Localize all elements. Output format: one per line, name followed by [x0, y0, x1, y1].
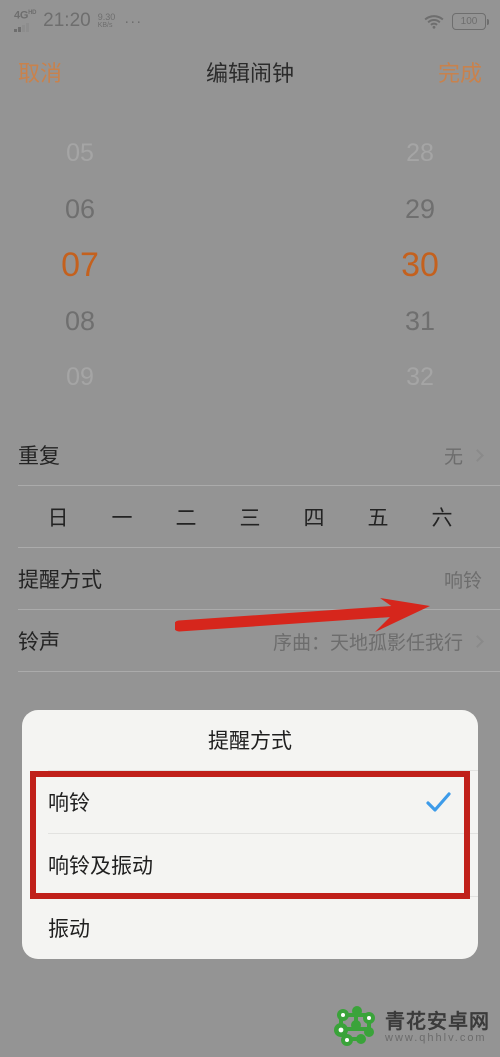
row-reminder-mode-label: 提醒方式 [18, 569, 102, 592]
row-repeat-label: 重复 [18, 445, 60, 468]
hour-wheel[interactable]: 05 06 07 08 09 [0, 110, 250, 420]
status-bar: 4GHD 21:20 9.30 KB/s ··· 100 [0, 0, 500, 42]
done-button[interactable]: 完成 [438, 56, 482, 88]
weekday-sat[interactable]: 六 [410, 502, 474, 532]
page-title: 编辑闹钟 [205, 61, 294, 86]
checkmark-icon [424, 788, 452, 816]
dialog-option-ring-and-vibrate[interactable]: 响铃及振动 [22, 833, 478, 896]
weekday-sun[interactable]: 日 [26, 502, 90, 532]
minute-option[interactable]: 31 [250, 293, 500, 349]
battery-level-label: 100 [460, 15, 478, 27]
status-bar-right: 100 [424, 12, 489, 30]
chevron-right-icon [471, 448, 484, 462]
hour-option[interactable]: 08 [0, 293, 250, 349]
cellular-indicator: 4GHD [14, 10, 36, 32]
status-bar-left: 4GHD 21:20 9.30 KB/s ··· [14, 10, 142, 32]
row-repeat-value: 无 [443, 446, 463, 468]
cancel-button[interactable]: 取消 [18, 56, 62, 88]
battery-indicator: 100 [452, 12, 489, 30]
reminder-mode-dialog: 提醒方式 响铃 响铃及振动 振动 [22, 710, 478, 959]
hour-option[interactable]: 06 [0, 181, 250, 237]
network-hd-label: HD [28, 10, 37, 17]
network-speed-value: 9.30 [97, 11, 116, 22]
minute-option[interactable]: 28 [250, 125, 500, 181]
divider [18, 671, 500, 672]
dialog-option-ring[interactable]: 响铃 [22, 770, 478, 833]
watermark-url: www.qhhlv.com [385, 1032, 487, 1045]
divider [48, 770, 478, 771]
divider [48, 896, 478, 897]
phone-screen: 4GHD 21:20 9.30 KB/s ··· 100 取消 编辑闹钟 完成 … [0, 0, 500, 1057]
network-speed-indicator: 9.30 KB/s [97, 11, 116, 30]
minute-wheel[interactable]: 28 29 30 31 32 [250, 110, 500, 420]
weekday-fri[interactable]: 五 [346, 502, 410, 532]
row-reminder-mode[interactable]: 提醒方式 响铃 [0, 548, 500, 610]
weekday-mon[interactable]: 一 [90, 502, 154, 532]
dialog-option-label: 响铃及振动 [48, 854, 153, 878]
hour-option[interactable]: 09 [0, 349, 250, 405]
row-reminder-mode-value: 响铃 [443, 570, 482, 592]
weekday-wed[interactable]: 三 [218, 502, 282, 532]
wifi-icon [424, 14, 444, 29]
row-repeat[interactable]: 重复 无 [0, 424, 500, 486]
status-bar-clock: 21:20 [43, 10, 91, 31]
dialog-title: 提醒方式 [208, 730, 292, 753]
hour-option[interactable]: 05 [0, 125, 250, 181]
dialog-option-label: 响铃 [48, 791, 90, 815]
network-speed-unit: KB/s [97, 22, 113, 30]
minute-option-selected[interactable]: 30 [250, 237, 500, 293]
row-ringtone-value: 序曲：天地孤影任我行 [272, 632, 463, 654]
divider [48, 833, 478, 834]
time-picker[interactable]: 05 06 07 08 09 28 29 30 31 32 [0, 110, 500, 420]
site-logo-icon [333, 1006, 377, 1051]
watermark-site-name: 青花安卓网 [385, 1011, 490, 1034]
app-header: 取消 编辑闹钟 完成 [0, 48, 500, 96]
row-ringtone[interactable]: 铃声 序曲：天地孤影任我行 [0, 610, 500, 672]
minute-option[interactable]: 32 [250, 349, 500, 405]
status-overflow-icon: ··· [124, 12, 143, 30]
dialog-option-label: 振动 [48, 917, 90, 941]
minute-option[interactable]: 29 [250, 181, 500, 237]
settings-list: 重复 无 日 一 二 三 四 五 六 提醒方式 响铃 铃声 序曲：天地孤影任我行 [0, 424, 500, 672]
weekday-thu[interactable]: 四 [282, 502, 346, 532]
watermark: 青花安卓网 www.qhhlv.com [333, 1006, 490, 1051]
weekday-selector[interactable]: 日 一 二 三 四 五 六 [0, 486, 500, 548]
watermark-text: 青花安卓网 www.qhhlv.com [385, 1012, 490, 1045]
signal-bars-icon [14, 22, 29, 32]
network-type-label: 4G [14, 9, 29, 22]
row-ringtone-label: 铃声 [18, 631, 60, 654]
dialog-option-vibrate[interactable]: 振动 [22, 896, 478, 959]
hour-option-selected[interactable]: 07 [0, 237, 250, 293]
chevron-right-icon [471, 634, 484, 648]
weekday-tue[interactable]: 二 [154, 502, 218, 532]
